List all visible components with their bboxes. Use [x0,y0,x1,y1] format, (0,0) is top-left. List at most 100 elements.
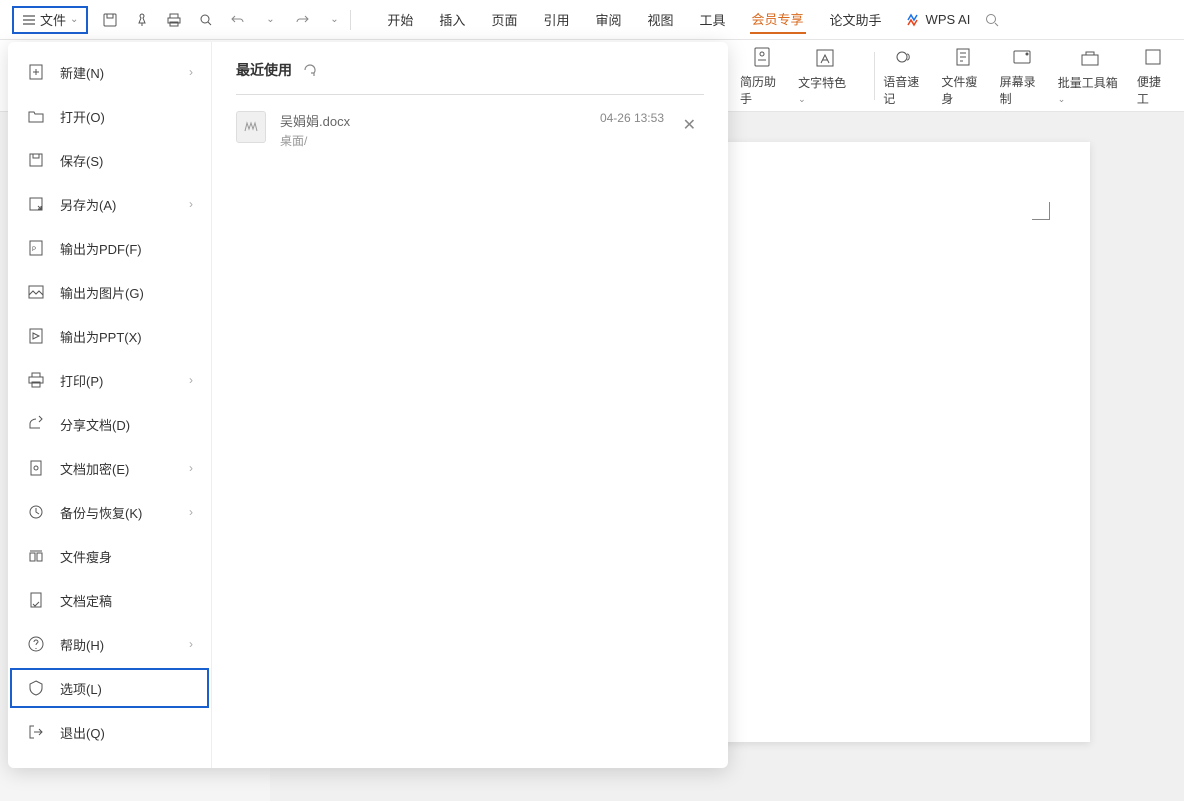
file-menu-item-pdf[interactable]: P 输出为PDF(F) [8,226,211,270]
docx-icon [236,111,266,143]
quick-access-toolbar: ⌄ ⌄ [100,10,344,30]
menu-item-label: 备份与恢复(K) [60,503,189,522]
chevron-right-icon: › [189,373,193,387]
ribbon-label: 批量工具箱 ⌄ [1058,74,1123,105]
preview-icon[interactable] [196,10,216,30]
menu-item-label: 输出为PPT(X) [60,327,193,346]
menu-item-label: 输出为PDF(F) [60,239,193,258]
menu-item-label: 输出为图片(G) [60,283,193,302]
ribbon-screen-record[interactable]: 屏幕录制 [1000,45,1044,107]
file-menu-item-final[interactable]: 文档定稿 [8,578,211,622]
file-menu-item-save[interactable]: 保存(S) [8,138,211,182]
tab-page[interactable]: 页面 [489,6,519,33]
ribbon-batch-tools[interactable]: 批量工具箱 ⌄ [1058,46,1123,105]
recent-title: 最近使用 [236,60,292,80]
menu-item-label: 退出(Q) [60,723,193,742]
toolbox-icon [1078,46,1102,70]
file-menu-item-print[interactable]: 打印(P)› [8,358,211,402]
search-icon[interactable] [984,12,1000,28]
slim-icon [26,546,46,566]
file-menu-item-ppt[interactable]: 输出为PPT(X) [8,314,211,358]
recent-file-time: 04-26 13:53 [600,111,664,125]
ribbon-label: 便捷工 [1137,73,1170,107]
menu-item-label: 帮助(H) [60,635,189,654]
menu-item-label: 另存为(A) [60,195,189,214]
file-menu-item-slim[interactable]: 文件瘦身 [8,534,211,578]
refresh-icon[interactable] [302,62,318,78]
file-menu-item-image[interactable]: 输出为图片(G) [8,270,211,314]
file-menu-item-saveas[interactable]: 另存为(A)› [8,182,211,226]
ribbon-label: 屏幕录制 [1000,73,1044,107]
file-menu-item-help[interactable]: 帮助(H)› [8,622,211,666]
undo-icon[interactable] [228,10,248,30]
ppt-icon [26,326,46,346]
file-menu-item-share[interactable]: 分享文档(D) [8,402,211,446]
ribbon-label: 简历助手 [740,73,784,107]
tab-thesis[interactable]: 论文助手 [828,6,884,33]
separator [350,10,351,30]
file-menu-item-new[interactable]: 新建(N)› [8,50,211,94]
convenience-icon [1141,45,1165,69]
final-icon [26,590,46,610]
save-icon [26,150,46,170]
menu-item-label: 选项(L) [60,679,193,698]
wps-ai-icon [906,13,920,27]
ribbon-label: 文件瘦身 [941,73,985,107]
print-icon[interactable] [164,10,184,30]
ribbon-label: 文字特色 ⌄ [798,74,852,105]
file-menu-dropdown: 新建(N)›打开(O)保存(S)另存为(A)›P输出为PDF(F)输出为图片(G… [8,42,728,768]
chevron-down-icon: ⌄ [70,14,78,25]
hamburger-icon [22,13,36,27]
save-icon[interactable] [100,10,120,30]
file-menu-item-open[interactable]: 打开(O) [8,94,211,138]
tab-view[interactable]: 视图 [645,6,675,33]
backup-icon [26,502,46,522]
menu-item-label: 新建(N) [60,63,189,82]
wps-ai-button[interactable]: WPS AI [906,12,971,27]
close-icon[interactable]: ✕ [683,115,696,135]
menu-item-label: 文件瘦身 [60,547,193,566]
tab-reference[interactable]: 引用 [541,6,571,33]
chevron-right-icon: › [189,65,193,79]
chevron-right-icon: › [189,505,193,519]
resume-icon [750,45,774,69]
top-toolbar: 文件 ⌄ ⌄ ⌄ 开始 插入 页面 引用 审阅 视图 工具 会员专享 论文助手 … [0,0,1184,40]
new-icon [26,62,46,82]
ribbon-label: 语音速记 [883,73,927,107]
chevron-down-icon[interactable]: ⌄ [324,10,344,30]
ribbon-voice-note[interactable]: 语音速记 [883,45,927,107]
tab-member[interactable]: 会员专享 [750,5,806,34]
file-menu-item-encrypt[interactable]: 文档加密(E)› [8,446,211,490]
divider [236,94,704,95]
menu-item-label: 打开(O) [60,107,193,126]
recent-file-item[interactable]: 吴娟娟.docx 桌面/ 04-26 13:53 ✕ [236,107,704,153]
file-menu-item-backup[interactable]: 备份与恢复(K)› [8,490,211,534]
pdf-icon: P [26,238,46,258]
ribbon-convenience[interactable]: 便捷工 [1137,45,1170,107]
text-feature-icon [813,46,837,70]
chevron-down-icon[interactable]: ⌄ [260,10,280,30]
tab-start[interactable]: 开始 [385,6,415,33]
tab-review[interactable]: 审阅 [593,6,623,33]
menu-item-label: 分享文档(D) [60,415,193,434]
wps-ai-label: WPS AI [926,12,971,27]
recent-file-name: 吴娟娟.docx [280,111,586,130]
ribbon-resume-helper[interactable]: 简历助手 [740,45,784,107]
help-icon [26,634,46,654]
pin-icon[interactable] [132,10,152,30]
file-menu-button[interactable]: 文件 ⌄ [12,6,88,34]
encrypt-icon [26,458,46,478]
tab-insert[interactable]: 插入 [437,6,467,33]
redo-icon[interactable] [292,10,312,30]
file-menu-item-exit[interactable]: 退出(Q) [8,710,211,754]
recent-file-info: 吴娟娟.docx 桌面/ [280,111,586,149]
saveas-icon [26,194,46,214]
page-corner-mark [1032,202,1050,220]
file-menu-item-options[interactable]: 选项(L) [8,666,211,710]
recent-header: 最近使用 [236,60,704,94]
tab-tools[interactable]: 工具 [698,6,728,33]
ribbon-text-feature[interactable]: 文字特色 ⌄ [798,46,852,105]
record-icon [1010,45,1034,69]
file-label: 文件 [40,10,66,29]
ribbon-file-slim[interactable]: 文件瘦身 [941,45,985,107]
